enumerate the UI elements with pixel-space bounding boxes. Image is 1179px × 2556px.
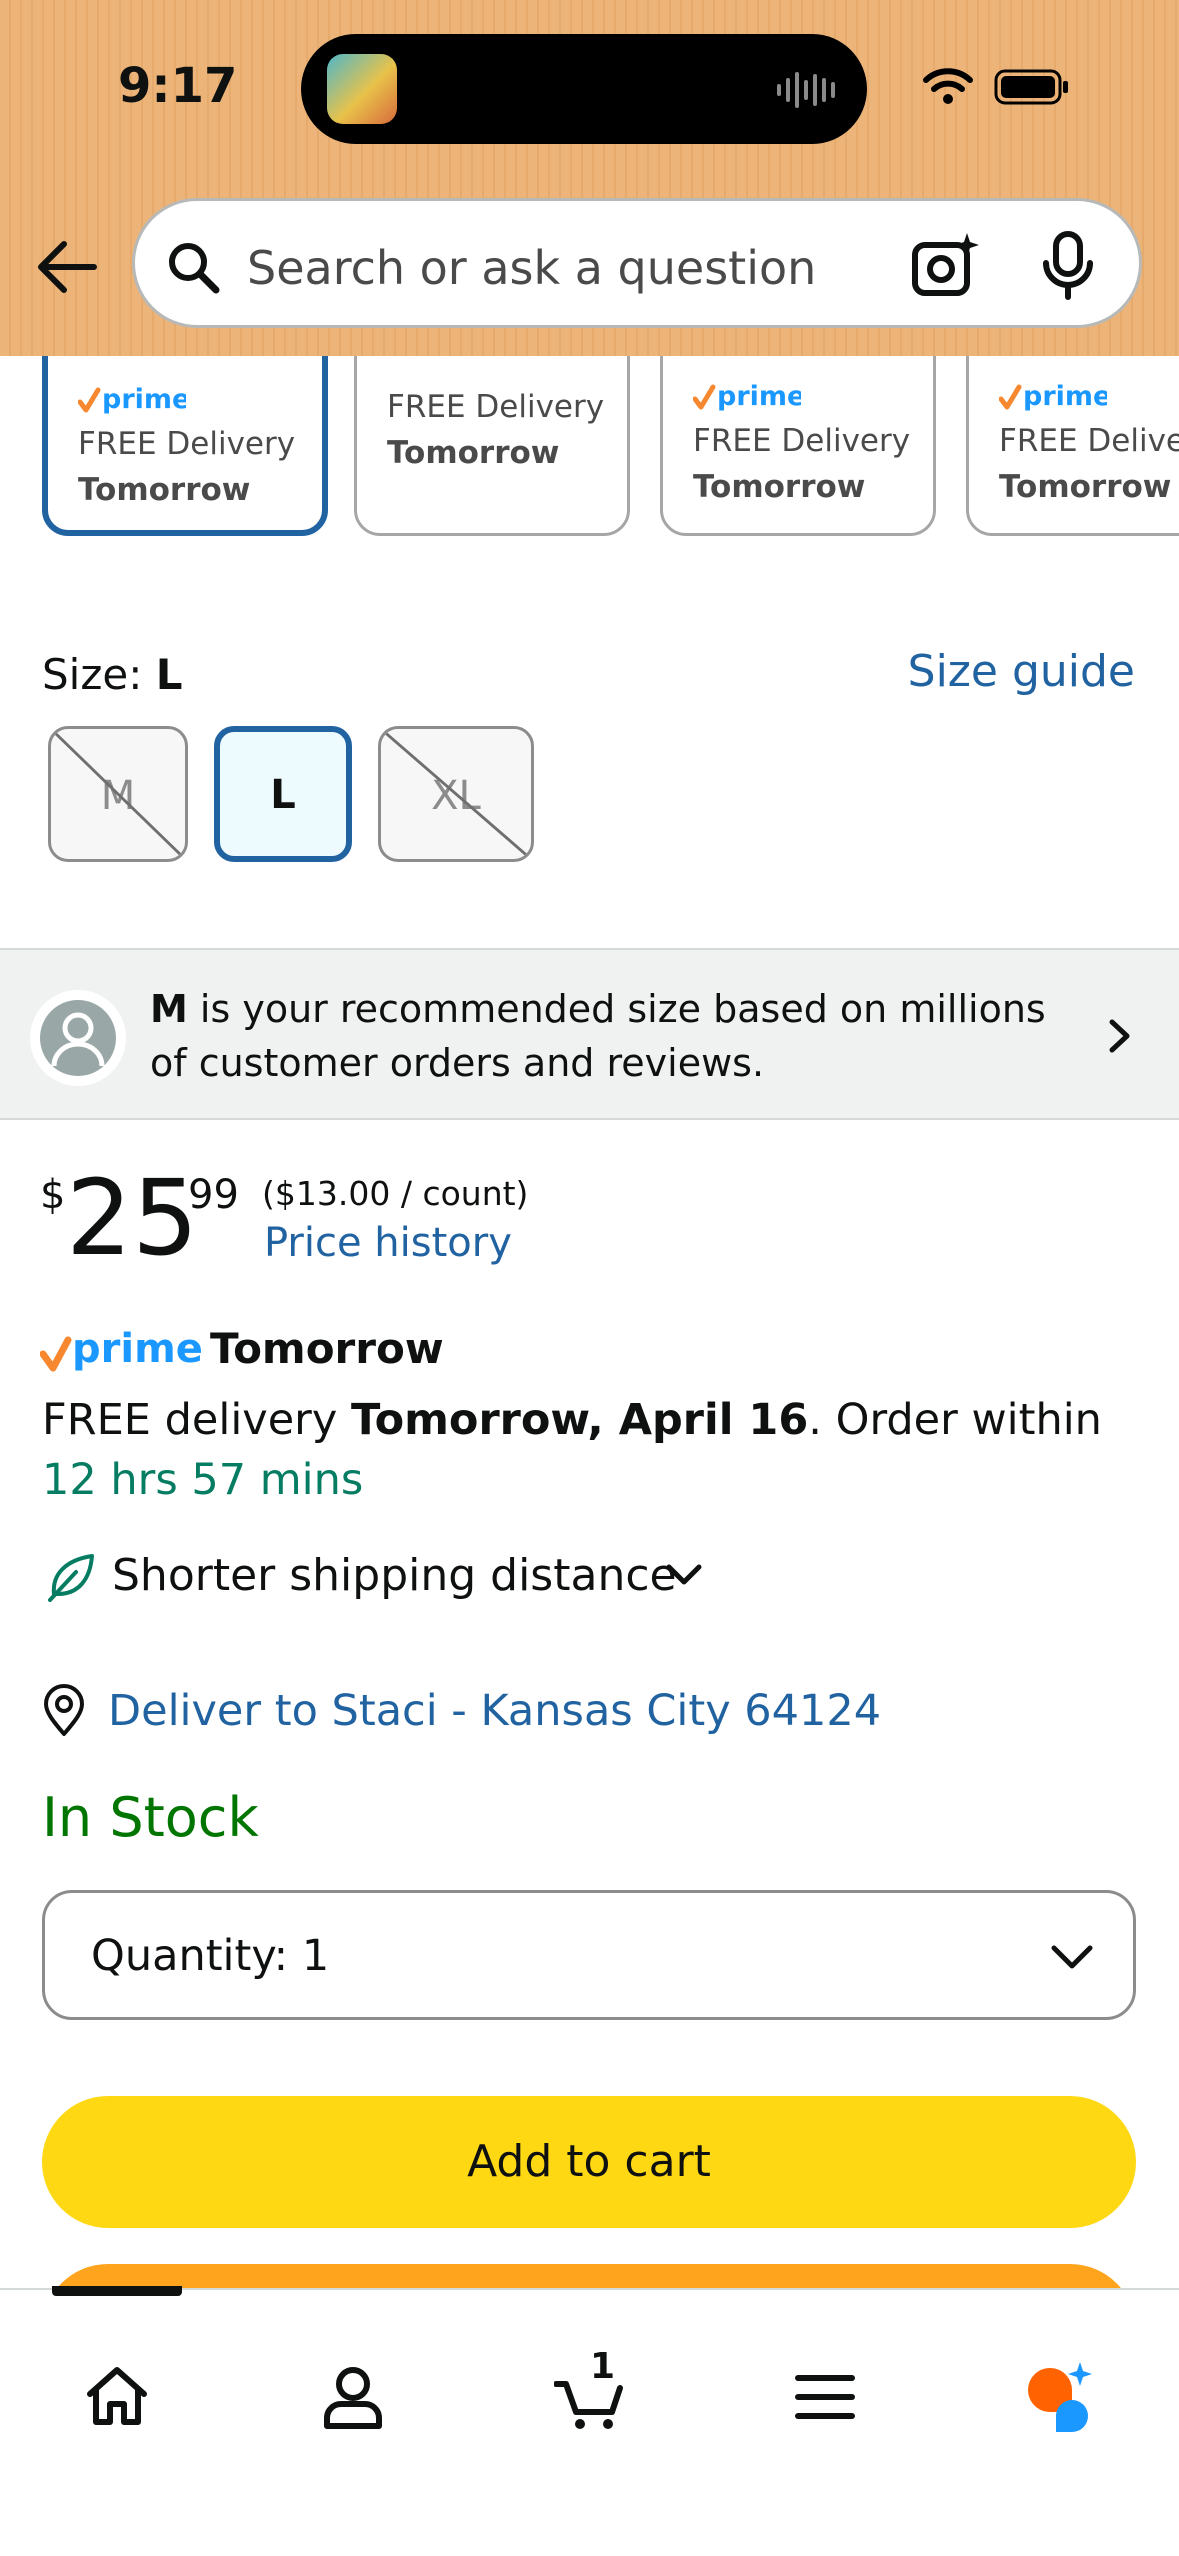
delivery-option-card[interactable]: FREE Delivery Tomorrow: [354, 356, 630, 536]
size-label: Size: L: [42, 650, 182, 699]
back-arrow-icon[interactable]: [34, 234, 100, 300]
delivery-option-card[interactable]: prime FREE Delivery Tomorrow: [966, 356, 1179, 536]
svg-text:prime: prime: [1023, 381, 1107, 412]
price-per-unit: ($13.00 / count): [262, 1174, 529, 1213]
rufus-assistant-icon: [1028, 2362, 1092, 2432]
chevron-right-icon: [1109, 1019, 1130, 1053]
shipping-distance-label: Shorter shipping distance: [112, 1550, 677, 1601]
audio-waveform-icon: [777, 72, 835, 108]
camera-search-icon[interactable]: [911, 231, 981, 301]
size-option-xl[interactable]: XL: [378, 726, 534, 862]
bottom-navigation: 1: [0, 2286, 1179, 2556]
delivery-middle: . Order within: [808, 1395, 1102, 1445]
recommendation-message: is your recommended size based on millio…: [150, 987, 1046, 1085]
prime-word: prime: [72, 1326, 203, 1372]
chevron-down-icon: [666, 1564, 702, 1585]
delivery-prefix: FREE delivery: [42, 1395, 351, 1445]
card-free-delivery: FREE Delivery: [78, 426, 296, 462]
prime-badge-icon: prime: [693, 381, 801, 412]
delivery-option-card[interactable]: prime FREE Delivery Tomorrow: [660, 356, 936, 536]
card-delivery-day: Tomorrow: [999, 469, 1172, 505]
order-countdown: 12 hrs 57 mins: [42, 1455, 364, 1505]
selected-size: L: [155, 650, 183, 699]
size-label-text: Size:: [42, 650, 156, 699]
prime-badge-icon: prime: [999, 381, 1107, 412]
stock-status: In Stock: [42, 1786, 259, 1849]
chevron-down-icon: [1051, 1945, 1093, 1969]
size-option-m[interactable]: M: [48, 726, 188, 862]
price-history-link[interactable]: Price history: [264, 1220, 512, 1266]
home-icon: [87, 2367, 147, 2425]
app-header: 9:17 Search or ask a question: [0, 0, 1179, 356]
size-recommendation-text: M is your recommended size based on mill…: [150, 982, 1080, 1090]
add-to-cart-label: Add to cart: [467, 2136, 711, 2187]
delivery-date: Tomorrow, April 16: [350, 1395, 809, 1445]
size-recommendation-banner[interactable]: M is your recommended size based on mill…: [0, 948, 1179, 1120]
nav-account[interactable]: [298, 2342, 408, 2452]
search-bar[interactable]: Search or ask a question: [132, 198, 1142, 328]
unavailable-strike-icon: [51, 729, 185, 859]
nav-home[interactable]: [62, 2342, 172, 2452]
nav-cart[interactable]: 1: [534, 2342, 644, 2452]
user-icon: [324, 2367, 382, 2429]
card-delivery-day: Tomorrow: [693, 469, 866, 505]
prime-delivery-day: Tomorrow: [210, 1324, 444, 1373]
microphone-icon[interactable]: [1041, 231, 1095, 301]
recommended-size: M: [150, 987, 188, 1031]
price-currency: $: [40, 1172, 66, 1218]
now-playing-artwork-icon[interactable]: [327, 54, 397, 124]
prime-badge-icon: prime: [78, 384, 186, 415]
location-pin-icon: [44, 1684, 84, 1736]
prime-logo-icon: prime: [40, 1326, 203, 1372]
hamburger-menu-icon: [795, 2375, 855, 2419]
svg-text:prime: prime: [102, 384, 186, 415]
quantity-label-text: Quantity:: [91, 1931, 289, 1981]
card-free-delivery: FREE Delivery: [693, 423, 911, 459]
status-time: 9:17: [118, 58, 238, 114]
active-tab-indicator: [52, 2286, 182, 2296]
dynamic-island[interactable]: [301, 34, 867, 144]
add-to-cart-button[interactable]: Add to cart: [42, 2096, 1136, 2228]
deliver-to-label[interactable]: Deliver to Staci - Kansas City 64124: [108, 1686, 881, 1736]
card-free-delivery: FREE Delivery: [999, 423, 1179, 459]
unavailable-strike-icon: [381, 729, 531, 859]
delivery-option-card[interactable]: prime FREE Delivery Tomorrow: [42, 356, 328, 536]
nav-menu[interactable]: [770, 2342, 880, 2452]
leaf-icon: [48, 1554, 94, 1602]
price-whole: 25: [66, 1157, 199, 1279]
size-option-label: L: [270, 772, 296, 818]
delivery-message: FREE delivery Tomorrow, April 16. Order …: [42, 1390, 1142, 1510]
avatar-icon: [30, 990, 126, 1086]
search-input[interactable]: Search or ask a question: [247, 241, 816, 295]
cart-count-badge: 1: [590, 2346, 616, 2387]
nav-rufus-assistant[interactable]: [1002, 2342, 1112, 2452]
quantity-label: Quantity: 1: [91, 1931, 329, 1981]
svg-text:prime: prime: [717, 381, 801, 412]
size-guide-link[interactable]: Size guide: [908, 646, 1135, 697]
quantity-value: 1: [301, 1931, 330, 1981]
card-delivery-day: Tomorrow: [387, 435, 560, 471]
size-option-l[interactable]: L: [214, 726, 352, 862]
wifi-icon: [923, 68, 973, 104]
card-free-delivery: FREE Delivery: [387, 389, 605, 425]
quantity-select[interactable]: Quantity: 1: [42, 1890, 1136, 2020]
delivery-options-carousel[interactable]: prime FREE Delivery Tomorrow FREE Delive…: [0, 356, 1179, 546]
price-fraction: 99: [188, 1172, 239, 1218]
battery-icon: [994, 69, 1068, 105]
search-icon: [169, 243, 220, 294]
card-delivery-day: Tomorrow: [78, 472, 251, 508]
